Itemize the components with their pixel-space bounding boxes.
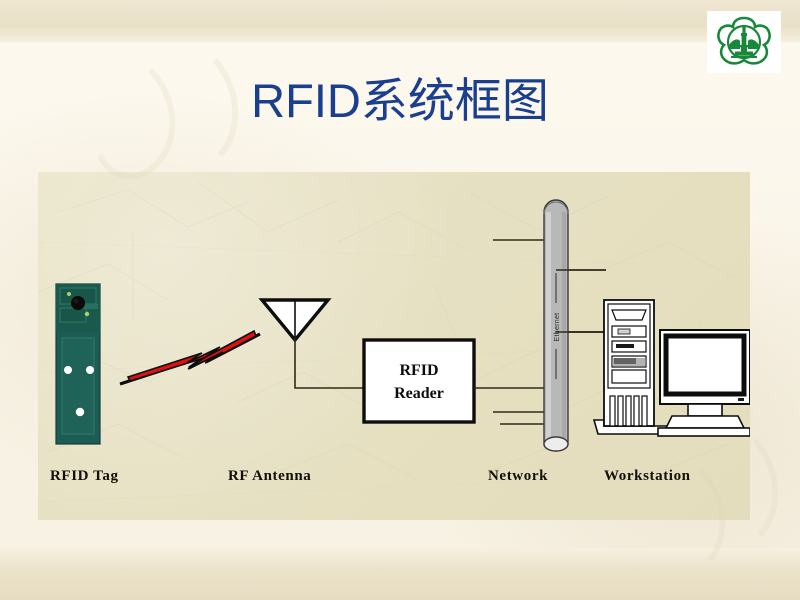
node-rf-antenna	[258, 298, 364, 389]
pagoda-emblem-icon	[708, 12, 780, 72]
node-workstation	[592, 299, 750, 437]
top-band-fill	[0, 0, 800, 42]
slide-canvas: RFID系统框图 RFID Reader Ethernet RFID Tag R…	[0, 0, 800, 600]
label-network: Network	[488, 468, 549, 484]
node-network-backbone: Ethernet	[493, 199, 606, 452]
ethernet-annotation: Ethernet	[554, 313, 561, 342]
node-rfid-tag	[55, 283, 101, 445]
reader-label-line1: RFID	[399, 362, 438, 379]
bottom-band-fill	[0, 548, 800, 600]
label-rf-antenna: RF Antenna	[228, 468, 312, 484]
node-rfid-reader: RFID Reader	[362, 338, 476, 424]
label-workstation: Workstation	[604, 468, 691, 484]
link-rf-lightning	[119, 329, 261, 386]
label-rfid-tag: RFID Tag	[50, 468, 119, 484]
top-decorative-border	[0, 0, 800, 42]
diagram-panel: RFID Reader Ethernet RFID Tag RF Antenna…	[38, 172, 750, 520]
reader-label-line2: Reader	[394, 385, 444, 402]
page-title: RFID系统框图	[251, 74, 549, 127]
institution-logo	[708, 12, 780, 72]
bottom-decorative-border	[0, 548, 800, 600]
